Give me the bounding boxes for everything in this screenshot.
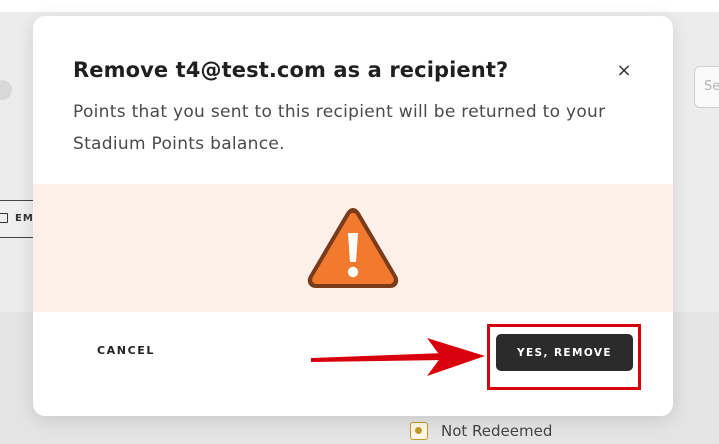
- dialog-message: Points that you sent to this recipient w…: [73, 102, 606, 154]
- dialog-title: Remove t4@test.com as a recipient?: [73, 58, 509, 82]
- background-search-input[interactable]: Se: [694, 66, 719, 108]
- warning-banner: [33, 184, 673, 312]
- exclamation-dot: [347, 266, 359, 278]
- page: Se EM Not Redeemed Remove t4@test.com as…: [0, 0, 719, 444]
- background-search-placeholder: Se: [704, 79, 719, 94]
- close-icon[interactable]: ×: [613, 60, 635, 82]
- status-indicator-icon: [410, 422, 428, 440]
- yes-remove-button[interactable]: YES, REMOVE: [496, 334, 633, 371]
- background-status-legend: Not Redeemed: [410, 422, 552, 440]
- cancel-button[interactable]: CANCEL: [97, 344, 155, 357]
- background-top-bar: [0, 0, 719, 12]
- background-email-label: EM: [15, 213, 34, 224]
- arrow-shaft: [311, 353, 445, 362]
- email-icon: [0, 213, 8, 223]
- warning-triangle-icon: [307, 208, 399, 288]
- dialog-footer: CANCEL YES, REMOVE: [33, 312, 673, 416]
- red-arrow-annotation: [311, 338, 485, 376]
- status-label: Not Redeemed: [441, 422, 553, 440]
- remove-recipient-dialog: Remove t4@test.com as a recipient? × Poi…: [33, 16, 673, 416]
- status-dot: [415, 427, 422, 434]
